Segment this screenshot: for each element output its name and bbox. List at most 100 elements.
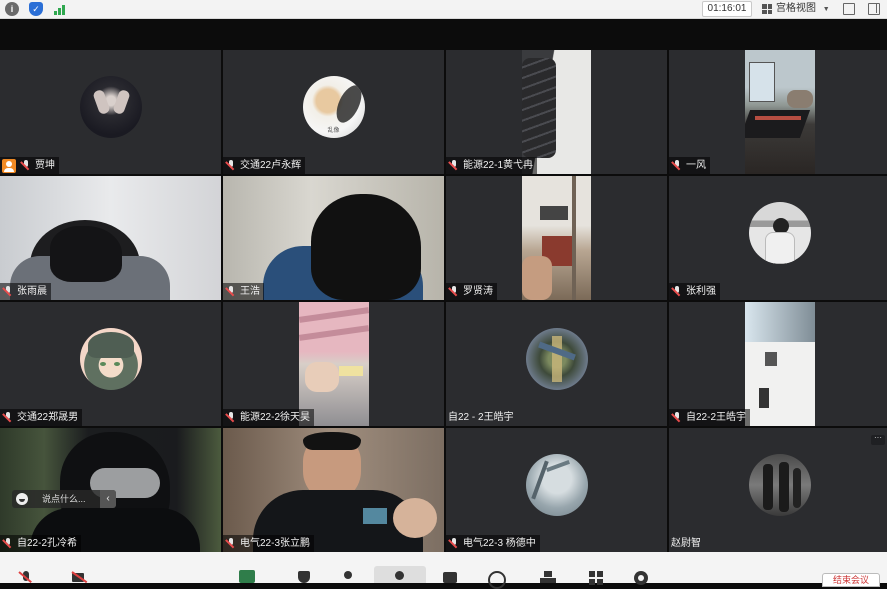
participant-tile[interactable]: 张利强	[669, 176, 887, 300]
participant-video	[299, 302, 369, 426]
share-screen-icon[interactable]	[239, 570, 255, 583]
participant-tile[interactable]: 能源22-2徐天昊	[223, 302, 444, 426]
chat-input-placeholder: 说点什么...	[42, 494, 86, 504]
avatar	[79, 76, 142, 138]
participant-name: 张利强	[686, 286, 716, 297]
participant-name: 一风	[686, 160, 706, 171]
invite-icon[interactable]	[340, 570, 356, 583]
shield-icon[interactable]: ✓	[29, 2, 43, 16]
participant-tile[interactable]: 一风	[669, 50, 887, 174]
microphone-muted-icon[interactable]	[18, 570, 34, 583]
mic-muted-icon	[448, 285, 460, 298]
participant-tile[interactable]: ··· 赵尉智	[669, 428, 887, 552]
emoji-icon[interactable]	[16, 493, 28, 505]
participant-name: 电气22-3 杨德中	[463, 538, 536, 549]
participant-name: 张雨晨	[17, 286, 47, 297]
participant-video	[522, 176, 591, 300]
participants-icon[interactable]	[374, 566, 426, 583]
participant-name-bar: 能源22-2徐天昊	[223, 409, 315, 426]
mic-muted-icon	[225, 285, 237, 298]
view-mode-button[interactable]: 宫格视图 ▼	[760, 1, 830, 17]
grid-view-icon	[762, 4, 772, 14]
participant-name-bar: 能源22-1黄弋冉	[446, 157, 538, 174]
camera-off-icon[interactable]	[72, 570, 88, 583]
top-toolbar: i ✓ 01:16:01 宫格视图 ▼	[0, 0, 887, 19]
signal-icon[interactable]	[52, 2, 66, 16]
security-icon[interactable]	[296, 570, 312, 583]
video-grid: 贾坤 乱像 交通22卢永辉 能源22-1黄弋冉 一风 张雨晨 王浩 罗贤涛 张利…	[0, 50, 887, 552]
info-icon[interactable]: i	[5, 2, 19, 16]
settings-gear-icon[interactable]	[633, 570, 649, 585]
avatar	[79, 328, 142, 390]
participant-name: 能源22-1黄弋冉	[463, 160, 534, 171]
chat-input-overlay[interactable]: 说点什么... ‹	[12, 490, 116, 508]
mic-muted-icon	[671, 411, 683, 424]
participant-name-bar: 张利强	[669, 283, 720, 300]
end-meeting-button[interactable]: 结束会议	[822, 573, 880, 587]
participant-name-bar: 交通22郑晟男	[0, 409, 83, 426]
participant-tile[interactable]: 罗贤涛	[446, 176, 667, 300]
participant-tile[interactable]: 自22 - 2王皓宇	[446, 302, 667, 426]
participant-tile[interactable]: 张雨晨	[0, 176, 221, 300]
participant-name-bar: 一风	[669, 157, 710, 174]
mic-muted-icon	[448, 159, 460, 172]
participant-name: 电气22-3张立鹏	[240, 538, 311, 549]
participant-name-bar: 赵尉智	[669, 535, 705, 552]
participant-name-bar: 交通22卢永辉	[223, 157, 306, 174]
participant-video	[223, 176, 444, 300]
participant-tile[interactable]: 王浩	[223, 176, 444, 300]
more-apps-icon[interactable]	[588, 570, 604, 583]
participant-tile[interactable]: 电气22-3 杨德中	[446, 428, 667, 552]
participant-tile[interactable]: 说点什么... ‹ 自22-2孔冷希	[0, 428, 221, 552]
more-options-icon[interactable]: ···	[871, 434, 885, 445]
mic-muted-icon	[671, 285, 683, 298]
participant-name-bar: 罗贤涛	[446, 283, 497, 300]
avatar	[525, 454, 588, 516]
host-icon	[2, 158, 16, 173]
participant-tile[interactable]: 交通22郑晟男	[0, 302, 221, 426]
participant-name-bar: 贾坤	[0, 157, 59, 174]
participant-name-bar: 自22-2王皓宇	[669, 409, 751, 426]
fullscreen-icon[interactable]	[843, 3, 855, 15]
avatar	[749, 454, 811, 516]
sidebar-toggle-icon[interactable]	[868, 3, 880, 15]
mic-muted-icon	[225, 159, 237, 172]
participant-tile[interactable]: 乱像 交通22卢永辉	[223, 50, 444, 174]
mic-muted-icon	[20, 159, 32, 172]
participant-name-bar: 张雨晨	[0, 283, 51, 300]
chevron-left-icon[interactable]: ‹	[100, 490, 116, 508]
participant-name: 王浩	[240, 286, 260, 297]
participant-video	[223, 428, 444, 552]
avatar-caption: 乱像	[327, 128, 340, 134]
mic-muted-icon	[225, 537, 237, 550]
view-mode-label: 宫格视图	[776, 3, 816, 14]
participant-tile[interactable]: 电气22-3张立鹏	[223, 428, 444, 552]
record-icon[interactable]	[487, 570, 506, 589]
mic-muted-icon	[448, 537, 460, 550]
avatar	[525, 328, 588, 390]
mic-muted-icon	[2, 537, 14, 550]
chevron-down-icon: ▼	[822, 6, 830, 13]
avatar	[749, 202, 811, 264]
mic-muted-icon	[225, 411, 237, 424]
participant-name-bar: 电气22-3张立鹏	[223, 535, 315, 552]
participant-video	[745, 302, 815, 426]
chat-icon[interactable]	[442, 570, 458, 583]
participant-name: 能源22-2徐天昊	[240, 412, 311, 423]
apps-icon[interactable]	[540, 570, 556, 583]
avatar: 乱像	[302, 76, 365, 138]
participant-name: 交通22郑晟男	[17, 412, 79, 423]
participant-name-bar: 自22-2孔冷希	[0, 535, 82, 552]
participant-tile[interactable]: 自22-2王皓宇	[669, 302, 887, 426]
participant-name: 罗贤涛	[463, 286, 493, 297]
mic-muted-icon	[2, 285, 14, 298]
participant-tile[interactable]: 贾坤	[0, 50, 221, 174]
meeting-timer: 01:16:01	[702, 1, 752, 17]
participant-name: 交通22卢永辉	[240, 160, 302, 171]
participant-name: 赵尉智	[671, 538, 701, 549]
participant-name: 自22-2孔冷希	[17, 538, 78, 549]
mic-muted-icon	[2, 411, 14, 424]
participant-video	[0, 176, 221, 300]
participant-video	[745, 50, 815, 174]
participant-tile[interactable]: 能源22-1黄弋冉	[446, 50, 667, 174]
